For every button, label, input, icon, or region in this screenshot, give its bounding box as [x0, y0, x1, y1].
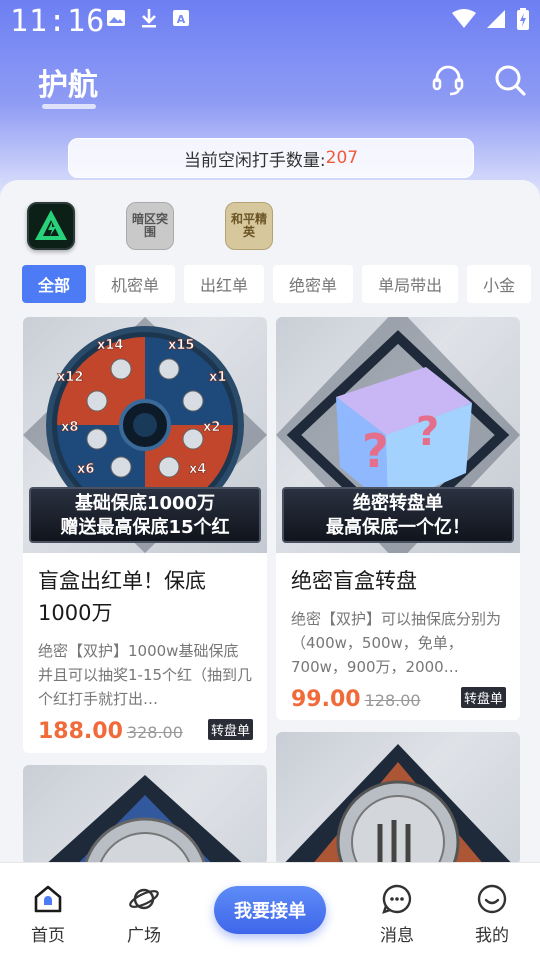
wheel-label: x15	[168, 338, 194, 353]
category-red-drop[interactable]: 出红单	[184, 265, 265, 303]
promo-line-1: 基础保底1000万	[74, 493, 216, 514]
tab-mine-label: 我的	[475, 926, 509, 946]
tab-plaza[interactable]: 广场	[114, 883, 174, 946]
apex-logo-icon	[35, 210, 67, 240]
category-top-secret[interactable]: 绝密单	[273, 265, 354, 303]
product-description: 绝密【双护】1000w基础保底并且可以抽奖1-15个红（抽到几个红打手就打出…	[38, 642, 253, 708]
title-underline	[42, 104, 96, 109]
product-image	[276, 732, 520, 865]
wheel-label: x8	[61, 420, 78, 435]
product-original-price: 128.00	[364, 691, 421, 710]
wheel-label: x4	[189, 462, 206, 477]
product-card[interactable]: ? ? 绝密转盘单 最高保底一个亿！ 绝密盲盒转盘 绝密【双护】可以抽保底分别为…	[276, 317, 520, 720]
tab-mine[interactable]: 我的	[462, 883, 522, 946]
product-tag: 转盘单	[460, 687, 506, 708]
idle-players-label: 当前空闲打手数量:	[183, 150, 326, 171]
promo-banner: 基础保底1000万 赠送最高保底15个红	[29, 487, 261, 543]
category-small-gold[interactable]: 小金	[467, 265, 532, 303]
svg-text:A: A	[177, 13, 186, 26]
accept-order-button[interactable]: 我要接单	[214, 886, 326, 934]
product-title: 绝密盲盒转盘	[291, 569, 417, 593]
tab-home[interactable]: 首页	[18, 883, 78, 946]
product-card[interactable]	[23, 765, 267, 865]
signal-icon	[487, 10, 505, 28]
tab-messages-label: 消息	[380, 926, 414, 946]
battery-icon	[517, 8, 529, 30]
coin-graphic	[45, 775, 245, 865]
product-image: x14 x15 x12 x1 x8 x2 x6 x4 基础保底1000万 赠送最…	[23, 317, 267, 553]
product-price: 188.00	[38, 719, 123, 744]
product-description: 绝密【双护】可以抽保底分别为（400w，500w，免单，700w，900万，20…	[291, 610, 502, 676]
download-notification-icon	[142, 9, 156, 28]
wheel-label: x2	[203, 420, 220, 435]
tab-plaza-label: 广场	[127, 926, 161, 946]
page-title: 护航	[38, 68, 98, 103]
product-original-price: 328.00	[126, 723, 183, 742]
game-dark-zone[interactable]: 暗区突围	[126, 202, 174, 250]
wheel-label: x14	[97, 338, 123, 353]
tab-messages[interactable]: 消息	[367, 883, 427, 946]
promo-line-1: 绝密转盘单	[353, 493, 443, 514]
category-all[interactable]: 全部	[22, 265, 87, 303]
product-title: 盲盒出红单！保底1000万	[38, 569, 206, 625]
idle-players-banner: 当前空闲打手数量: 207	[68, 138, 474, 178]
product-image	[23, 765, 267, 865]
image-notification-icon	[107, 10, 125, 26]
profile-face-icon	[477, 884, 507, 914]
product-card[interactable]	[276, 732, 520, 865]
product-price: 99.00	[291, 687, 361, 712]
translate-notification-icon: A	[173, 10, 189, 26]
game-apex[interactable]	[27, 202, 75, 250]
product-card[interactable]: x14 x15 x12 x1 x8 x2 x6 x4 基础保底1000万 赠送最…	[23, 317, 267, 753]
search-icon[interactable]	[492, 62, 528, 98]
product-tag: 转盘单	[207, 719, 253, 740]
category-single-run[interactable]: 单局带出	[362, 265, 459, 303]
game-peace-elite[interactable]: 和平精英	[225, 202, 273, 250]
chat-icon	[382, 884, 412, 914]
svg-text:?: ?	[362, 424, 389, 478]
promo-line-2: 最高保底一个亿！	[326, 517, 470, 538]
promo-line-2: 赠送最高保底15个红	[60, 517, 230, 538]
category-tabs: 全部 机密单 出红单 绝密单 单局带出 小金	[22, 265, 540, 305]
customer-service-icon[interactable]	[430, 62, 466, 98]
product-image: ? ? 绝密转盘单 最高保底一个亿！	[276, 317, 520, 553]
tab-home-label: 首页	[31, 926, 65, 946]
coin-graphic	[282, 744, 514, 865]
status-time: 11:16	[10, 4, 106, 39]
game-selector: 暗区突围 和平精英	[0, 202, 540, 254]
wheel-label: x1	[209, 370, 226, 385]
promo-banner: 绝密转盘单 最高保底一个亿！	[282, 487, 514, 543]
wifi-icon	[452, 9, 476, 28]
svg-text:?: ?	[416, 409, 439, 455]
planet-icon	[129, 888, 159, 910]
home-icon	[34, 885, 62, 913]
status-bar: 11:16 A	[0, 0, 540, 44]
wheel-label: x6	[77, 462, 94, 477]
category-classified[interactable]: 机密单	[95, 265, 176, 303]
wheel-label: x12	[57, 370, 83, 385]
idle-players-count: 207	[325, 148, 359, 168]
